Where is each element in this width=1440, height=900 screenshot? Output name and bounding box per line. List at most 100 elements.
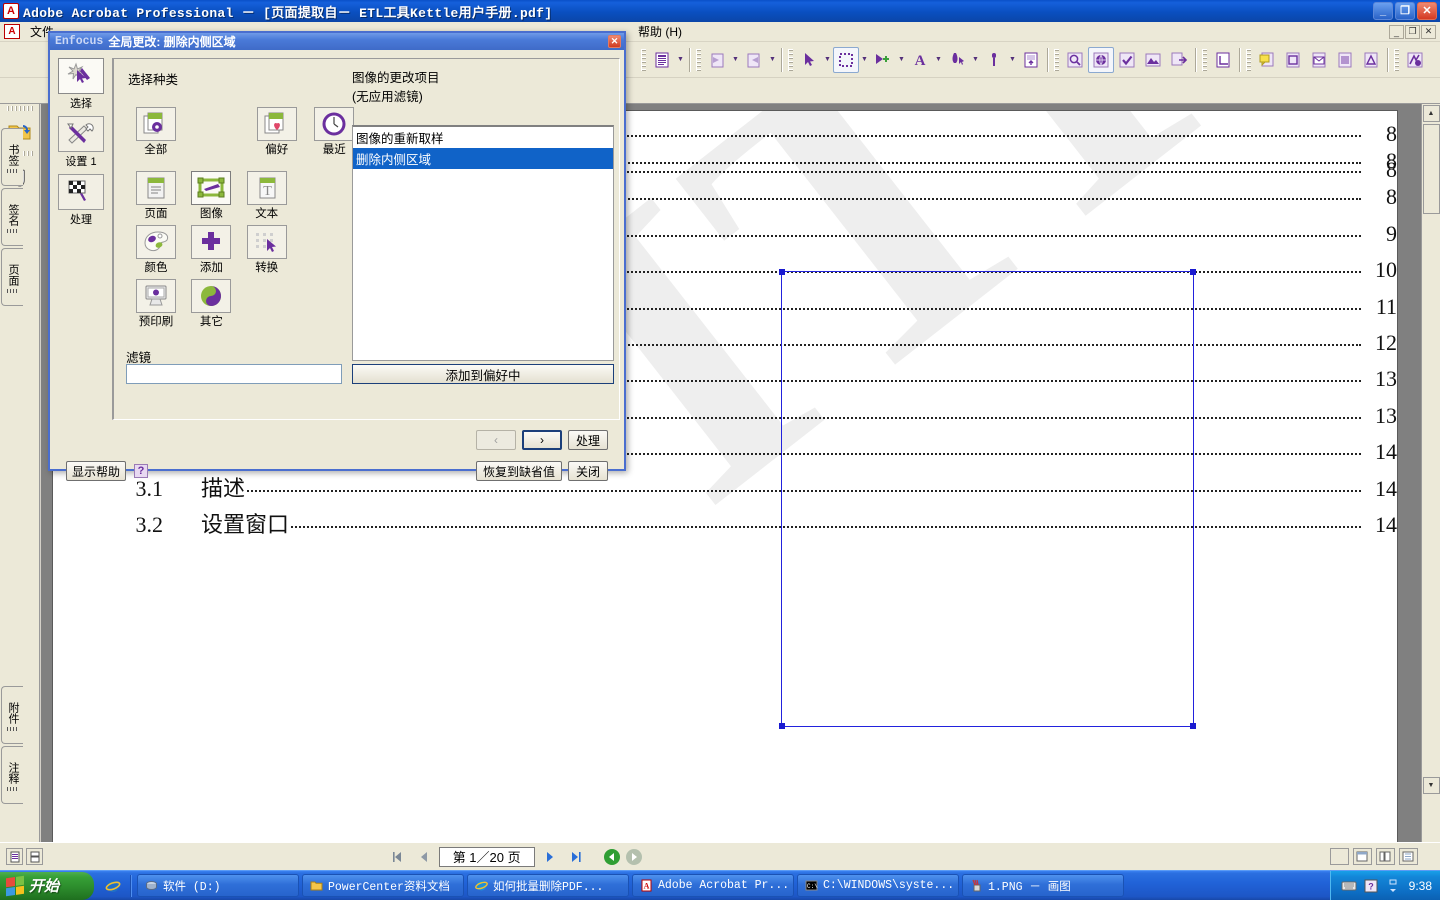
prev-step-button[interactable]: ‹: [476, 430, 516, 450]
close-button[interactable]: ✕: [1417, 2, 1437, 20]
kind-item-recent[interactable]: 最近: [310, 107, 358, 157]
mdi-close-button[interactable]: ✕: [1421, 24, 1436, 39]
toolbar-grip[interactable]: [696, 48, 701, 71]
global-changes-icon[interactable]: [1402, 47, 1428, 73]
restore-defaults-button[interactable]: 恢复到缺省值: [476, 461, 562, 481]
toolbar-grip[interactable]: [1394, 48, 1399, 71]
back-view-icon[interactable]: [603, 848, 621, 866]
kind-item-all[interactable]: 全部: [132, 107, 180, 157]
comment-note-icon[interactable]: [1254, 47, 1280, 73]
kind-item-page[interactable]: 页面: [132, 171, 180, 221]
kind-item-other[interactable]: 其它: [187, 279, 235, 329]
page-template-icon[interactable]: [1280, 47, 1306, 73]
touchup-object-icon[interactable]: [870, 47, 896, 73]
check-validate-icon[interactable]: [1114, 47, 1140, 73]
kind-item-text[interactable]: T 文本: [243, 171, 291, 221]
globe-web-capture-icon[interactable]: [1088, 46, 1114, 73]
rotate-ccw-icon[interactable]: [704, 47, 730, 73]
status-blank-icon[interactable]: [1329, 848, 1349, 865]
page-number-indicator[interactable]: 第 1／20 页: [438, 846, 535, 867]
toc-entry[interactable]: 3.1 描述 14: [53, 471, 1398, 507]
scrollbar-thumb[interactable]: [1422, 124, 1440, 214]
changes-list-item[interactable]: 图像的重新取样: [353, 127, 613, 148]
enfocus-global-changes-dialog[interactable]: Enfocus 全局更改: 删除内侧区域 ✕ 选择 设置 1 处理 选择种类 图…: [48, 31, 626, 481]
chevron-down-icon[interactable]: ▼: [675, 47, 686, 73]
forward-view-icon[interactable]: [625, 848, 643, 866]
email-attach-icon[interactable]: [1306, 47, 1332, 73]
kind-item-convert[interactable]: 转换: [243, 225, 291, 275]
toolbar-grip[interactable]: [788, 48, 793, 71]
kind-item-prepress[interactable]: 预印刷: [132, 279, 180, 329]
status-grid-icon[interactable]: [1375, 848, 1395, 865]
navpane-tab-comments[interactable]: 注释: [1, 746, 23, 804]
document-vertical-scrollbar[interactable]: ▲ ▼: [1421, 104, 1440, 842]
kind-item-image[interactable]: 图像: [187, 171, 235, 221]
add-to-favorites-button[interactable]: 添加到偏好中: [352, 364, 614, 384]
dialog-titlebar[interactable]: Enfocus 全局更改: 删除内侧区域 ✕: [50, 33, 624, 50]
eyedropper-icon[interactable]: [981, 47, 1007, 73]
show-help-button[interactable]: 显示帮助: [66, 461, 126, 481]
status-layout-icon[interactable]: [1352, 848, 1372, 865]
page-layout-single-icon[interactable]: [6, 848, 23, 865]
picture-icon[interactable]: [1140, 47, 1166, 73]
next-step-button[interactable]: ›: [522, 430, 562, 450]
taskbar-item[interactable]: C:\ C:\WINDOWS\syste...: [797, 874, 959, 897]
changes-listbox[interactable]: 图像的重新取样 删除内侧区域: [352, 125, 614, 361]
keyboard-icon[interactable]: [1341, 878, 1357, 894]
dialog-tab-select[interactable]: 选择: [55, 58, 107, 111]
touchup-text-icon[interactable]: A: [907, 47, 933, 73]
navpane-tab-pages[interactable]: 页面: [1, 248, 23, 306]
chevron-down-icon[interactable]: ▼: [1007, 47, 1018, 73]
mdi-minimize-button[interactable]: _: [1389, 24, 1404, 39]
snapshot-select-icon[interactable]: [833, 46, 859, 73]
select-arrow-icon[interactable]: [796, 47, 822, 73]
chevron-down-icon[interactable]: ▼: [933, 47, 944, 73]
handle-bottom-left[interactable]: [779, 723, 785, 729]
scroll-up-button[interactable]: ▲: [1422, 105, 1440, 122]
start-button[interactable]: 开始: [0, 871, 94, 900]
maximize-button[interactable]: ❐: [1395, 2, 1415, 20]
taskbar-clock[interactable]: 9:38: [1407, 879, 1432, 893]
page-layout-continuous-icon[interactable]: [26, 848, 43, 865]
toolbar-grip[interactable]: [1202, 48, 1207, 71]
search-icon[interactable]: [1062, 47, 1088, 73]
chevron-down-icon[interactable]: ▼: [767, 47, 778, 73]
crop-page-icon[interactable]: [1210, 47, 1236, 73]
expand-icon[interactable]: [1385, 878, 1401, 894]
pages-view-icon[interactable]: [649, 47, 675, 73]
handle-bottom-right[interactable]: [1190, 723, 1196, 729]
navpane-tab-signatures[interactable]: 签名: [1, 188, 23, 246]
rotate-cw-icon[interactable]: [741, 47, 767, 73]
process-button[interactable]: 处理: [568, 430, 608, 450]
help-question-icon[interactable]: ?: [134, 464, 148, 478]
warning-doc-icon[interactable]: [1358, 47, 1384, 73]
chevron-down-icon[interactable]: ▼: [822, 47, 833, 73]
toolbar-grip[interactable]: [641, 48, 646, 71]
close-dialog-button[interactable]: 关闭: [568, 461, 608, 481]
menu-item-help[interactable]: 帮助 (H): [631, 21, 689, 42]
kind-item-add[interactable]: 添加: [187, 225, 235, 275]
pen-select-icon[interactable]: [944, 47, 970, 73]
preflight-icon[interactable]: [1018, 47, 1044, 73]
chevron-down-icon[interactable]: ▼: [730, 47, 741, 73]
changes-list-item[interactable]: 删除内侧区域: [353, 148, 613, 169]
export-doc-icon[interactable]: [1166, 47, 1192, 73]
ie-icon[interactable]: [104, 877, 122, 895]
kind-item-color[interactable]: 颜色: [132, 225, 180, 275]
halftone-icon[interactable]: [1332, 47, 1358, 73]
last-page-icon[interactable]: [565, 848, 587, 866]
chevron-down-icon[interactable]: ▼: [859, 47, 870, 73]
dialog-tab-process[interactable]: 处理: [55, 174, 107, 227]
taskbar-item[interactable]: 软件 (D:): [137, 874, 299, 897]
scroll-down-button[interactable]: ▼: [1422, 777, 1440, 794]
taskbar-item-active[interactable]: A Adobe Acrobat Pr...: [632, 874, 794, 897]
minimize-button[interactable]: _: [1373, 2, 1393, 20]
chevron-down-icon[interactable]: ▼: [896, 47, 907, 73]
mdi-restore-button[interactable]: ❐: [1405, 24, 1420, 39]
first-page-icon[interactable]: [387, 848, 409, 866]
kind-item-favorites[interactable]: 偏好: [253, 107, 301, 157]
prev-page-icon[interactable]: [413, 848, 435, 866]
dialog-tab-settings[interactable]: 设置 1: [55, 116, 107, 169]
toolbar-grip[interactable]: [1054, 48, 1059, 71]
toolbar-grip[interactable]: [1246, 48, 1251, 71]
